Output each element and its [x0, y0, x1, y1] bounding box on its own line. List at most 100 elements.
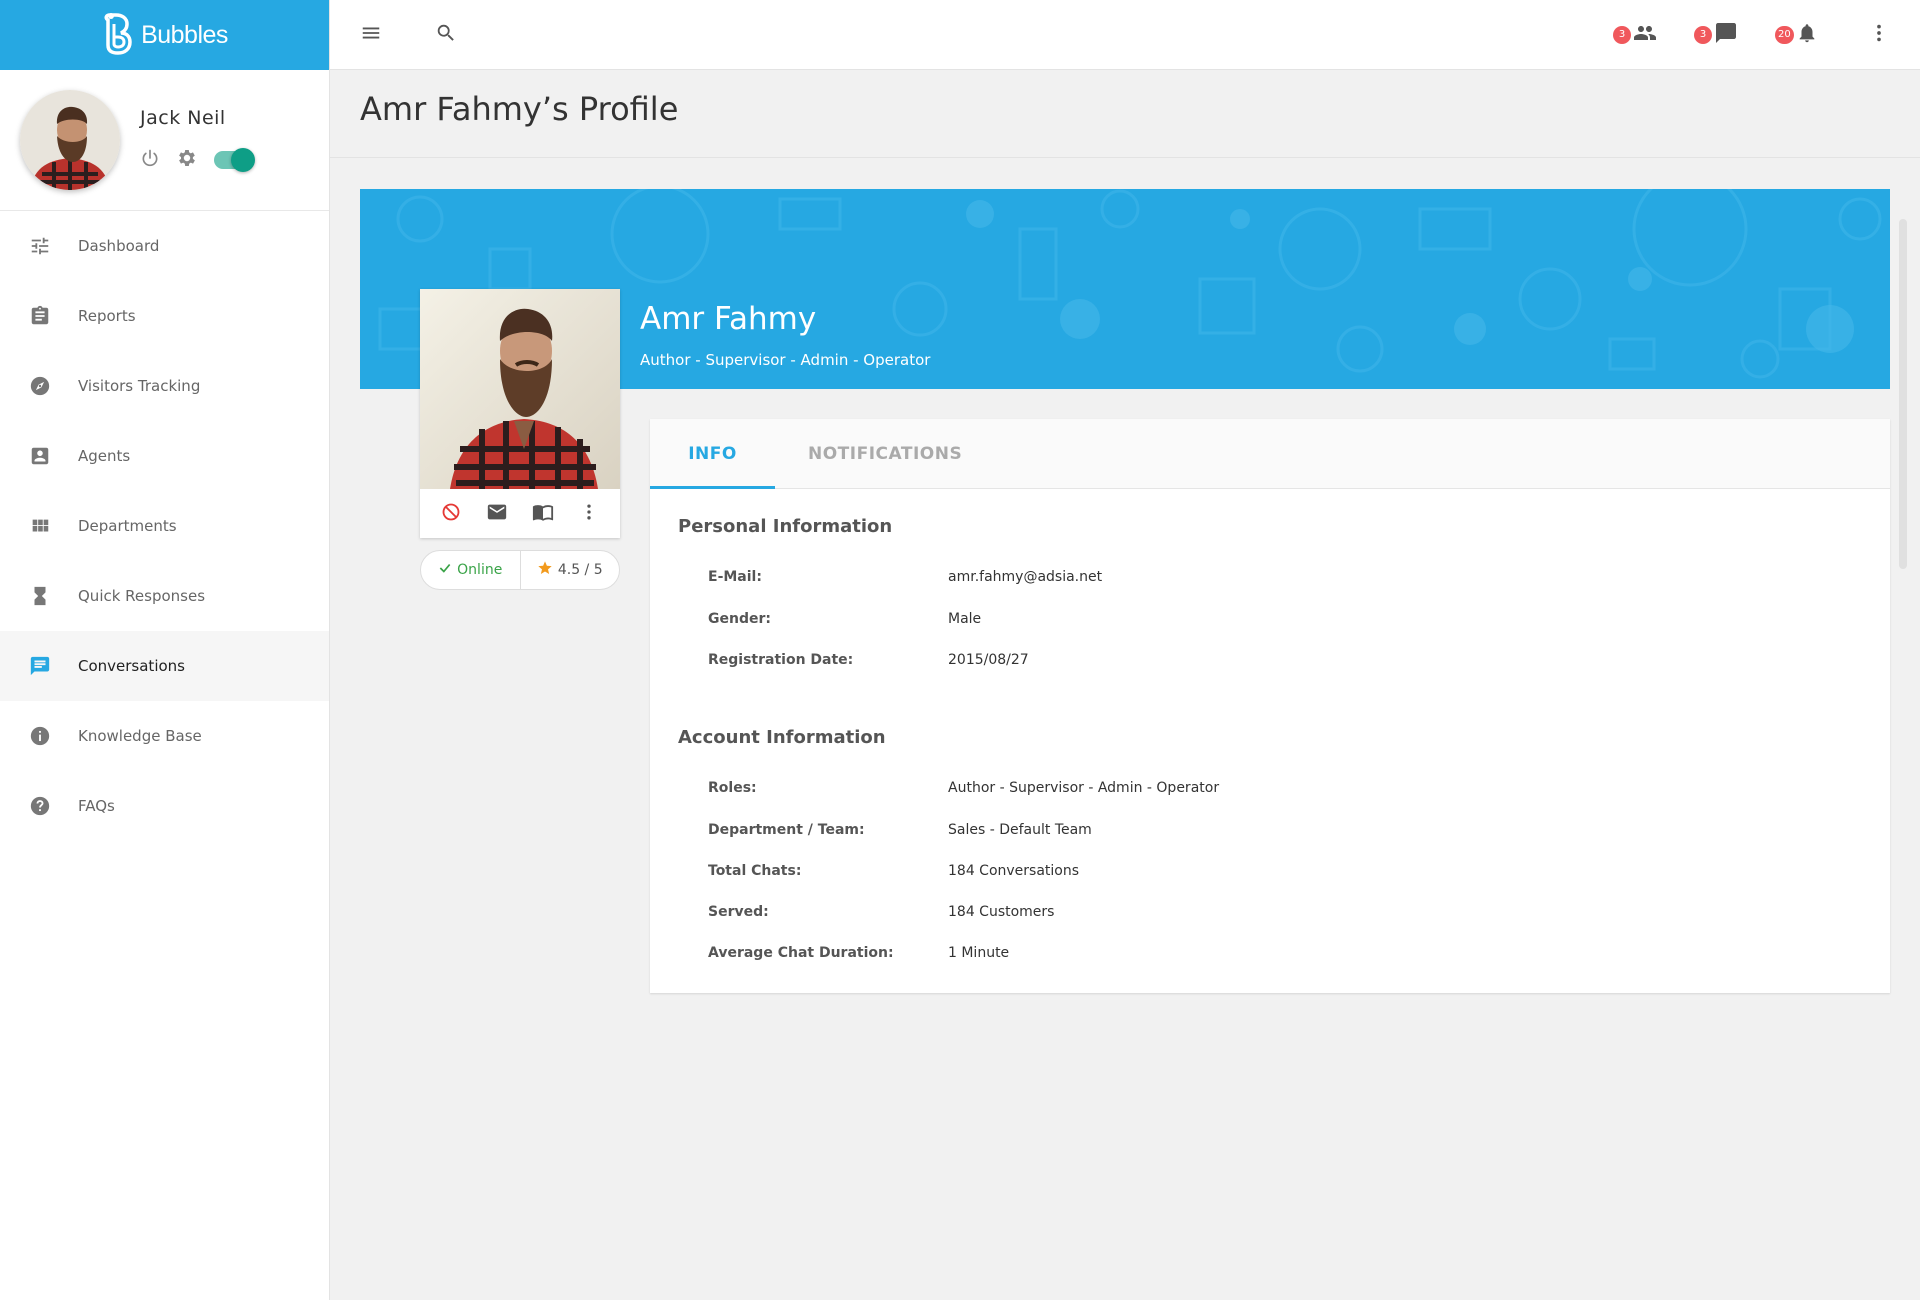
block-button[interactable]	[436, 499, 466, 529]
availability-toggle[interactable]	[214, 148, 255, 172]
notifications-badge: 20	[1775, 26, 1794, 44]
profile-actions	[420, 489, 620, 538]
sidebar-item-conversations[interactable]: Conversations	[0, 631, 329, 701]
email-button[interactable]	[482, 499, 512, 529]
row-value: amr.fahmy@adsia.net	[948, 569, 1103, 585]
row-value: 184 Conversations	[948, 863, 1080, 879]
more-vert-icon	[1868, 22, 1890, 48]
sidebar-item-quick-responses[interactable]: Quick Responses	[0, 561, 329, 631]
search-button[interactable]	[434, 23, 458, 47]
messages-badge: 3	[1694, 26, 1712, 44]
sidebar-item-agents[interactable]: Agents	[0, 421, 329, 491]
tune-icon	[28, 234, 52, 258]
more-options-button[interactable]	[1867, 23, 1891, 47]
scrollbar[interactable]	[1899, 219, 1907, 569]
bell-icon	[1796, 21, 1818, 49]
row-label: Gender:	[708, 611, 771, 627]
online-status: Online	[421, 551, 521, 589]
grid-icon	[28, 514, 52, 538]
sidebar-item-label: Dashboard	[78, 237, 160, 255]
more-vert-icon	[579, 502, 599, 526]
sidebar-item-faqs[interactable]: FAQs	[0, 771, 329, 841]
read-button[interactable]	[528, 499, 558, 529]
menu-button[interactable]	[359, 23, 383, 47]
info-row: Department / Team: Sales - Default Team	[708, 822, 1808, 838]
page-title: Amr Fahmy’s Profile	[360, 90, 679, 128]
sidebar: Bubbles Jack Neil Dashboard Reports Visi…	[0, 0, 330, 1300]
rating: 4.5 / 5	[521, 551, 620, 589]
info-card: INFO NOTIFICATIONS Personal Information …	[650, 419, 1890, 993]
power-icon[interactable]	[140, 148, 160, 172]
profile-more-button[interactable]	[574, 499, 604, 529]
agents-badge: 3	[1613, 26, 1631, 44]
chat-icon	[28, 654, 52, 678]
row-label: Roles:	[708, 780, 757, 796]
row-label: Department / Team:	[708, 822, 865, 838]
bubbles-logo-icon	[101, 11, 135, 59]
messages-button[interactable]: 3	[1694, 22, 1738, 48]
profile-name: Amr Fahmy	[640, 301, 817, 337]
row-value: 2015/08/27	[948, 652, 1029, 668]
sidebar-item-label: Agents	[78, 447, 131, 465]
notifications-button[interactable]: 20	[1775, 22, 1818, 48]
row-label: Registration Date:	[708, 652, 854, 668]
online-agents-button[interactable]: 3	[1613, 22, 1657, 48]
sidebar-item-knowledge-base[interactable]: Knowledge Base	[0, 701, 329, 771]
sidebar-item-visitors-tracking[interactable]: Visitors Tracking	[0, 351, 329, 421]
user-name: Jack Neil	[140, 107, 226, 129]
row-value: 184 Customers	[948, 904, 1055, 920]
contact-card-icon	[28, 444, 52, 468]
help-icon	[28, 794, 52, 818]
toggle-knob	[231, 148, 255, 172]
rating-text: 4.5 / 5	[557, 562, 603, 578]
info-row: Average Chat Duration: 1 Minute	[708, 945, 1808, 961]
sidebar-item-label: Departments	[78, 517, 177, 535]
row-label: Total Chats:	[708, 863, 802, 879]
profile-tabs: INFO NOTIFICATIONS	[650, 419, 1890, 489]
topbar: 3 3 20	[330, 0, 1920, 70]
profile-card	[420, 289, 620, 538]
book-icon	[531, 501, 555, 527]
tab-notifications[interactable]: NOTIFICATIONS	[808, 419, 962, 489]
hamburger-icon	[360, 22, 382, 48]
sidebar-item-reports[interactable]: Reports	[0, 281, 329, 351]
block-icon	[441, 502, 461, 526]
compass-icon	[28, 374, 52, 398]
info-row: Roles: Author - Supervisor - Admin - Ope…	[708, 780, 1808, 796]
row-value: 1 Minute	[948, 945, 1010, 961]
row-label: Served:	[708, 904, 769, 920]
envelope-icon	[486, 501, 508, 527]
people-icon	[1633, 21, 1657, 49]
sidebar-item-departments[interactable]: Departments	[0, 491, 329, 561]
row-value: Sales - Default Team	[948, 822, 1092, 838]
sidebar-item-label: Conversations	[78, 657, 185, 675]
brand-name: Bubbles	[141, 20, 228, 49]
sidebar-item-label: Reports	[78, 307, 136, 325]
sidebar-item-label: Quick Responses	[78, 587, 206, 605]
info-row: E-Mail: amr.fahmy@adsia.net	[708, 569, 1808, 585]
brand-header[interactable]: Bubbles	[0, 0, 329, 70]
info-row: Total Chats: 184 Conversations	[708, 863, 1808, 879]
row-label: Average Chat Duration:	[708, 945, 894, 961]
user-panel: Jack Neil	[0, 70, 329, 211]
avatar[interactable]	[20, 90, 120, 190]
status-text: Online	[457, 562, 503, 578]
hourglass-icon	[28, 584, 52, 608]
profile-photo	[420, 289, 620, 489]
info-row: Served: 184 Customers	[708, 904, 1808, 920]
gear-icon[interactable]	[176, 147, 198, 173]
personal-info-title: Personal Information	[678, 516, 893, 537]
info-row: Gender: Male	[708, 611, 1808, 627]
clipboard-icon	[28, 304, 52, 328]
info-icon	[28, 724, 52, 748]
status-rating-pill: Online 4.5 / 5	[420, 550, 620, 590]
tab-info[interactable]: INFO	[650, 419, 775, 489]
sidebar-item-dashboard[interactable]: Dashboard	[0, 211, 329, 281]
row-label: E-Mail:	[708, 569, 762, 585]
sidebar-nav: Dashboard Reports Visitors Tracking Agen…	[0, 211, 329, 841]
account-info-title: Account Information	[678, 727, 886, 748]
check-icon	[438, 561, 452, 579]
row-value: Author - Supervisor - Admin - Operator	[948, 780, 1220, 796]
info-row: Registration Date: 2015/08/27	[708, 652, 1808, 668]
page-header: Amr Fahmy’s Profile	[330, 70, 1920, 158]
